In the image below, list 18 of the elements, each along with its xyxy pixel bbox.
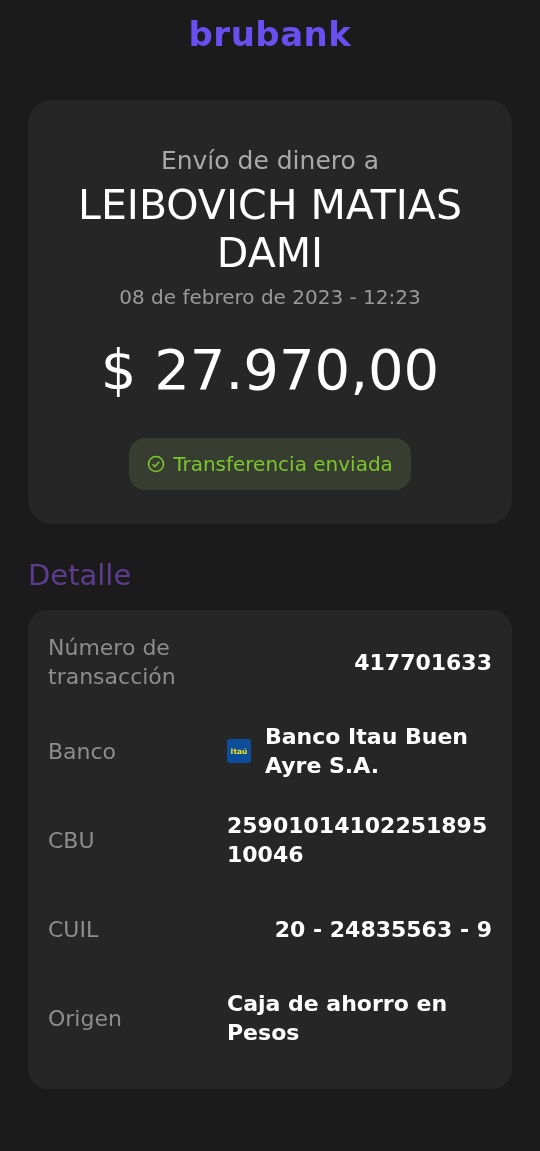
detail-value: 417701633 [354, 648, 492, 677]
brand-logo: brubank [188, 14, 352, 54]
subtitle: Envío de dinero a [160, 146, 380, 175]
detail-label: CBU [48, 826, 96, 855]
recipient-name: LEIBOVICH MATIAS DAMI [77, 181, 463, 277]
detail-label: CUIL [48, 915, 100, 944]
detail-label: Origen [48, 1004, 123, 1033]
detail-value: Banco Itau Buen Ayre S.A. [265, 723, 469, 780]
section-title: Detalle [28, 558, 133, 592]
detail-label: Banco [48, 737, 118, 766]
detail-value: 20 - 24835563 - 9 [274, 915, 492, 944]
detail-value: Caja de ahorro en Pesos [227, 990, 449, 1047]
amount: $ 27.970,00 [100, 337, 440, 402]
check-circle-icon [147, 455, 166, 473]
detail-value: 2590101410225189510046 [227, 812, 489, 869]
detail-label: Número de transacción [48, 634, 177, 691]
transfer-date: 08 de febrero de 2023 - 12:23 [119, 285, 421, 309]
status-badge: Transferencia enviada [129, 438, 411, 490]
